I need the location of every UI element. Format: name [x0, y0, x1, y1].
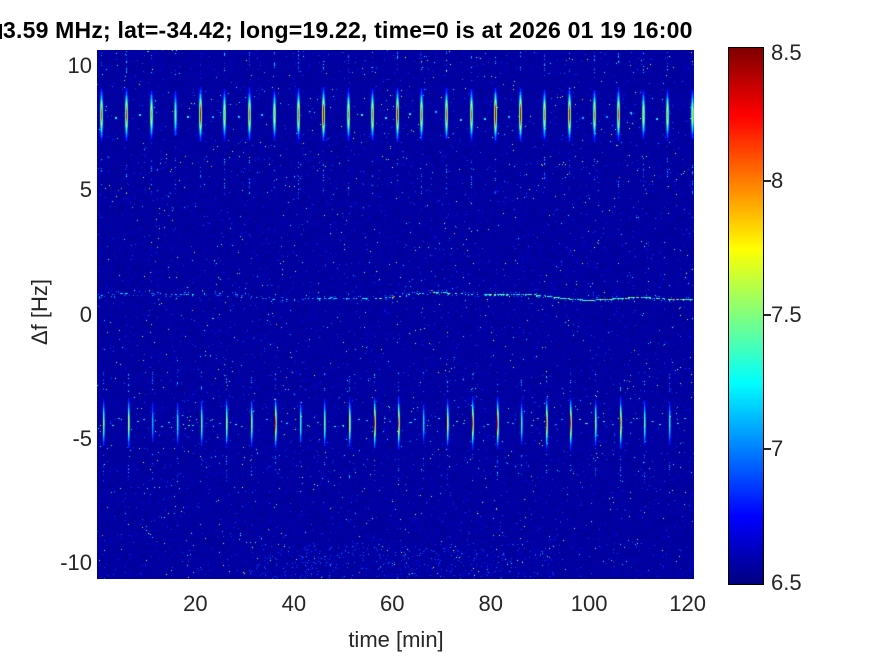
x-tick-label: 80: [478, 591, 503, 616]
plot-title: 3.59 MHz; lat=-34.42; long=19.22, time=0…: [3, 17, 693, 43]
y-tick-label: 5: [79, 177, 92, 203]
colorbar-tick: [764, 448, 771, 450]
y-tick-label: -5: [72, 425, 92, 451]
colorbar-tick: [764, 314, 771, 316]
y-tick-label: -10: [60, 550, 92, 576]
colorbar-gradient: [729, 48, 763, 584]
colorbar-tick-label: 8: [771, 168, 784, 193]
spectrogram-canvas: [97, 50, 694, 579]
y-tick-label: 0: [79, 301, 92, 327]
colorbar-tick-label: 8.5: [771, 40, 802, 65]
x-tick-label: 40: [281, 591, 307, 616]
title-cut-sliver: [0, 24, 2, 39]
x-tick-label: 60: [380, 591, 405, 616]
x-tick-label: 120: [669, 591, 706, 616]
x-axis-label: time [min]: [348, 627, 444, 652]
colorbar-tick: [764, 180, 771, 182]
colorbar-tick-label: 7: [771, 436, 784, 461]
colorbar-tick-label: 7.5: [771, 302, 802, 327]
y-tick-label: 10: [67, 52, 92, 78]
x-tick-label: 20: [183, 591, 208, 616]
figure: 3.59 MHz; lat=-34.42; long=19.22, time=0…: [0, 0, 875, 656]
colorbar-tick-label: 6.5: [771, 570, 802, 595]
x-tick-label: 100: [570, 591, 608, 616]
colorbar: [728, 47, 764, 585]
